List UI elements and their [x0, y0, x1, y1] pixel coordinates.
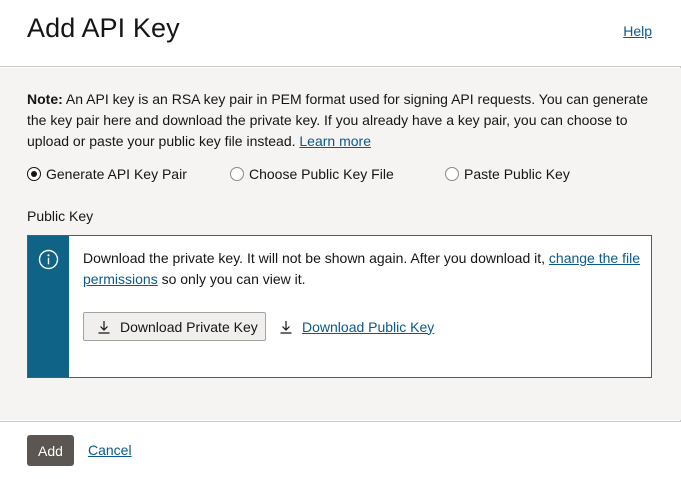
page-title: Add API Key [27, 13, 180, 43]
add-button[interactable]: Add [27, 435, 74, 466]
download-public-key-label: Download Public Key [302, 318, 435, 335]
radio-label: Generate API Key Pair [46, 166, 187, 182]
panel-footer: Add Cancel [0, 421, 681, 479]
radio-selected-icon[interactable] [27, 167, 41, 181]
info-message-text: Download the private key. It will not be… [83, 248, 643, 290]
radio-label: Paste Public Key [464, 166, 570, 182]
note-text: Note: An API key is an RSA key pair in P… [27, 89, 653, 152]
cancel-button[interactable]: Cancel [88, 442, 132, 458]
download-public-key-button[interactable]: Download Public Key [278, 312, 434, 341]
info-text-before: Download the private key. It will not be… [83, 250, 549, 266]
radio-unselected-icon[interactable] [445, 167, 459, 181]
note-label: Note: [27, 91, 63, 107]
help-link[interactable]: Help [623, 23, 652, 39]
public-key-label: Public Key [27, 208, 94, 224]
info-text-after: so only you can view it. [157, 271, 306, 287]
key-source-radio-group: Generate API Key Pair Choose Public Key … [27, 166, 667, 186]
download-private-key-button[interactable]: Download Private Key [83, 312, 266, 341]
radio-unselected-icon[interactable] [230, 167, 244, 181]
radio-choose-public-key-file[interactable]: Choose Public Key File [230, 166, 394, 182]
radio-paste-public-key[interactable]: Paste Public Key [445, 166, 570, 182]
learn-more-link[interactable]: Learn more [299, 133, 371, 149]
download-icon [98, 320, 110, 334]
download-icon [280, 320, 292, 334]
info-circle-icon [38, 249, 59, 270]
info-message-box: Download the private key. It will not be… [27, 235, 652, 378]
download-private-key-label: Download Private Key [120, 318, 258, 335]
add-api-key-panel: Add API Key Help Note: An API key is an … [0, 0, 681, 479]
panel-body: Note: An API key is an RSA key pair in P… [0, 68, 681, 420]
panel-header: Add API Key Help [0, 0, 681, 67]
info-stripe [28, 236, 69, 377]
radio-generate-key-pair[interactable]: Generate API Key Pair [27, 166, 187, 182]
radio-label: Choose Public Key File [249, 166, 394, 182]
